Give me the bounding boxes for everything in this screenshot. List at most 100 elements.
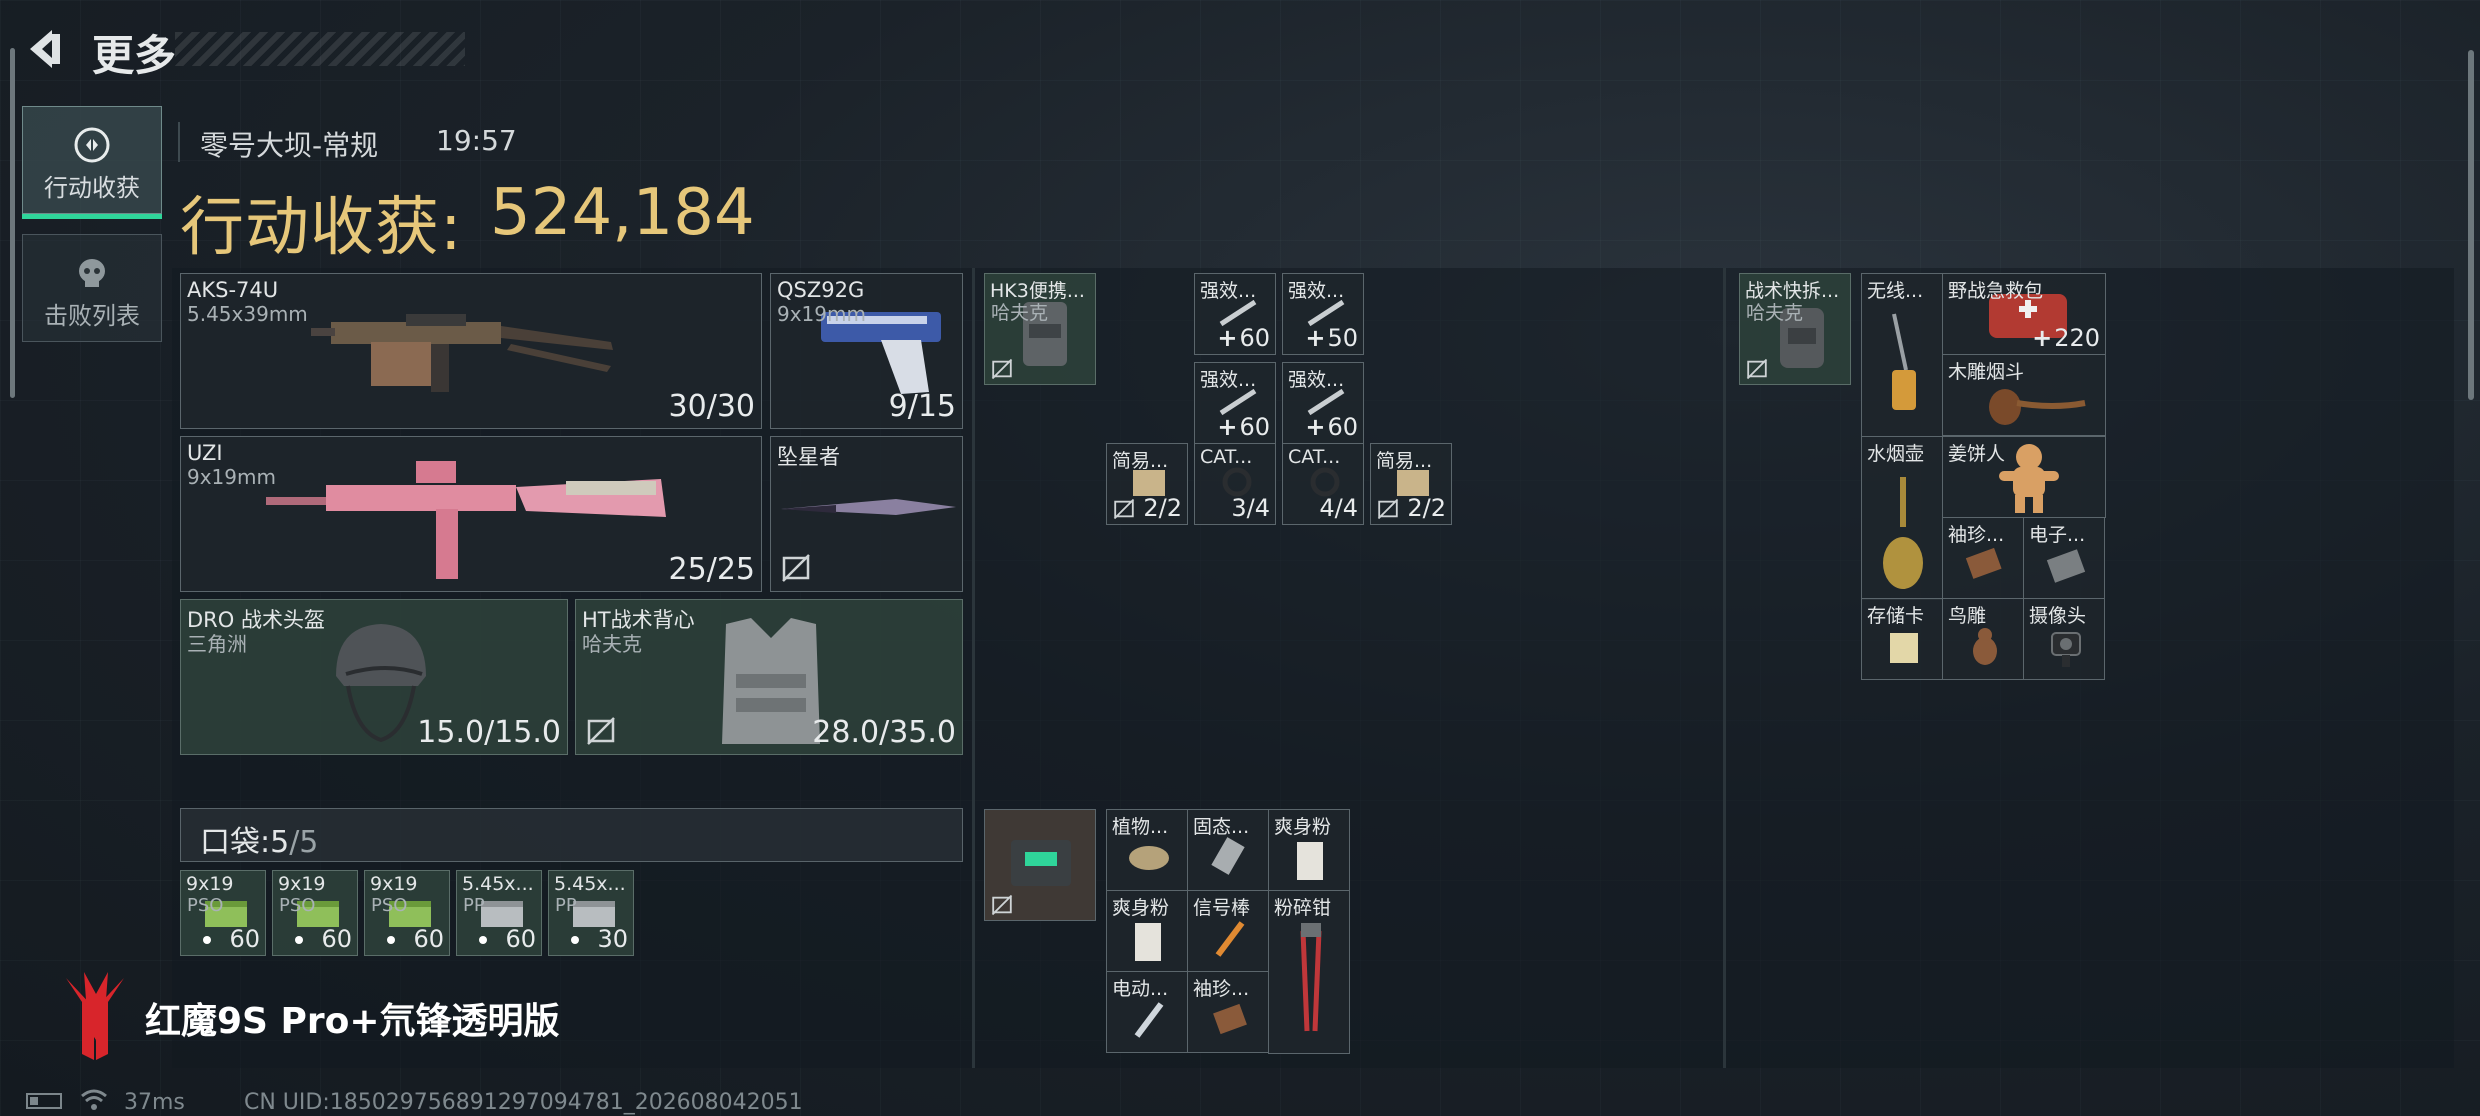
- no-insure-icon: [1377, 498, 1399, 520]
- brand-logo-icon: [66, 972, 124, 1060]
- pouch-item-name: 5.45x...: [462, 873, 534, 895]
- rifle-icon: [311, 314, 613, 392]
- safebox-icon: [1011, 840, 1071, 886]
- no-insure-icon: [1746, 358, 1768, 380]
- safebox-item[interactable]: 固态...: [1187, 809, 1269, 891]
- left-scrollbar[interactable]: [10, 48, 15, 398]
- gingerbread-icon: [1999, 444, 2059, 513]
- safebox-item[interactable]: 植物...: [1106, 809, 1188, 891]
- backpack-item[interactable]: 姜饼人: [1942, 436, 2106, 518]
- rig-item-name: 简易...: [1112, 450, 1169, 472]
- panel-divider: [972, 268, 975, 1068]
- backpack-item[interactable]: 摄像头: [2023, 598, 2105, 680]
- tab-defeated[interactable]: 击败列表: [22, 234, 162, 342]
- safebox-item-name: 粉碎钳: [1274, 897, 1332, 919]
- backpack-item[interactable]: 木雕烟斗: [1942, 354, 2106, 436]
- backpack-item[interactable]: 水烟壶: [1861, 436, 1943, 600]
- safebox-container-slot[interactable]: [984, 809, 1096, 921]
- secondary-weapon-slot[interactable]: UZI 9x19mm 25/25: [180, 436, 762, 592]
- backpack-item-name: 电子...: [2029, 524, 2086, 546]
- rig-item[interactable]: 强效... +60: [1282, 362, 1364, 444]
- primary-weapon-count: 30/30: [668, 389, 755, 424]
- bird-carving-icon: [1973, 628, 1997, 665]
- backpack-item[interactable]: 存储卡: [1861, 598, 1943, 680]
- pouch-item-name: 5.45x...: [554, 873, 626, 895]
- primary-weapon-name: AKS-74U: [187, 278, 279, 302]
- circuit-icon: [2046, 549, 2086, 583]
- pouch-capacity: /5: [289, 825, 319, 860]
- safebox-item[interactable]: 粉碎钳: [1268, 890, 1350, 1054]
- smg-icon: [266, 461, 666, 579]
- helmet-durability: 15.0/15.0: [417, 715, 561, 750]
- rig-container-slot[interactable]: HK3便携... 哈夫克: [984, 273, 1096, 385]
- pouch-item[interactable]: 9x19 PSO 60: [272, 870, 358, 956]
- rig-item[interactable]: CAT... 4/4: [1282, 443, 1364, 525]
- pouch-item-qty: 30: [571, 925, 628, 953]
- rig-item[interactable]: 简易... 2/2: [1106, 443, 1188, 525]
- rig-item-name: 简易...: [1376, 450, 1433, 472]
- rig-item-qty: 4/4: [1319, 494, 1358, 522]
- rig-item-name: 强效...: [1288, 369, 1345, 391]
- backpack-item[interactable]: 鸟雕: [1942, 598, 2024, 680]
- no-insure-icon: [991, 358, 1013, 380]
- pouch-count: 5: [270, 825, 290, 860]
- rig-item-qty: +50: [1305, 324, 1358, 352]
- rig-item[interactable]: 简易... 2/2: [1370, 443, 1452, 525]
- backpack-item[interactable]: 无线...: [1861, 273, 1943, 437]
- skull-icon: [79, 259, 105, 287]
- pouch-item[interactable]: 5.45x... PP 60: [456, 870, 542, 956]
- powder-icon: [1135, 923, 1161, 961]
- safebox-item[interactable]: 电动...: [1106, 971, 1188, 1053]
- rig-item[interactable]: 强效... +50: [1282, 273, 1364, 355]
- device-icon: [1965, 547, 2002, 579]
- melee-slot[interactable]: 坠星者: [770, 436, 963, 592]
- tab-loot[interactable]: 行动收获: [22, 106, 162, 219]
- sidearm-slot[interactable]: QSZ92G 9x19mm 9/15: [770, 273, 963, 429]
- rig-item-qty: 2/2: [1407, 494, 1446, 522]
- rig-item-name: 强效...: [1288, 280, 1345, 302]
- backpack-container-slot[interactable]: 战术快拆... 哈夫克: [1739, 273, 1851, 385]
- backpack-item-name: 水烟壶: [1867, 443, 1925, 465]
- haul-value: 524,184: [490, 176, 755, 250]
- sidearm-count: 9/15: [888, 389, 956, 424]
- primary-weapon-slot[interactable]: AKS-74U 5.45x39mm 30/30: [180, 273, 762, 429]
- backpack-item-qty: +220: [2032, 324, 2100, 352]
- tin-icon: [1129, 846, 1169, 870]
- backpack-item[interactable]: 电子...: [2023, 517, 2105, 599]
- rig-item[interactable]: 强效... +60: [1194, 273, 1276, 355]
- backpack-item[interactable]: 袖珍...: [1942, 517, 2024, 599]
- backpack-item-name: 姜饼人: [1948, 443, 2006, 465]
- tab-defeated-label: 击败列表: [44, 302, 140, 330]
- armor-slot[interactable]: HT战术背心 哈夫克 28.0/35.0: [575, 599, 963, 755]
- helmet-slot[interactable]: DRO 战术头盔 三角洲 15.0/15.0: [180, 599, 568, 755]
- backpack-item[interactable]: 野战急救包 +220: [1942, 273, 2106, 355]
- rig-item-qty: +60: [1305, 413, 1358, 441]
- tab-loot-label: 行动收获: [44, 174, 140, 202]
- safebox-item-name: 固态...: [1193, 816, 1250, 838]
- cutter-icon: [1300, 923, 1322, 1032]
- map-name: 零号大坝-常规: [200, 129, 379, 162]
- safebox-item[interactable]: 信号棒: [1187, 890, 1269, 972]
- safebox-item-name: 电动...: [1112, 978, 1169, 1000]
- backpack-container-brand: 哈夫克: [1746, 302, 1804, 324]
- pouch-item[interactable]: 9x19 PSO 60: [364, 870, 450, 956]
- no-insure-icon: [991, 894, 1013, 916]
- back-arrow-icon[interactable]: [22, 24, 72, 74]
- pouch-item-sub: PSO: [187, 895, 224, 916]
- backpack-item-name: 袖珍...: [1948, 524, 2005, 546]
- pouch-item[interactable]: 5.45x... PP 30: [548, 870, 634, 956]
- safebox-item[interactable]: 袖珍...: [1187, 971, 1269, 1053]
- right-scrollbar[interactable]: [2468, 50, 2474, 400]
- safebox-item-name: 爽身粉: [1112, 897, 1170, 919]
- device-watermark: 红魔9S Pro+氘锋透明版: [145, 1001, 560, 1042]
- rig-item[interactable]: CAT... 3/4: [1194, 443, 1276, 525]
- rig-item[interactable]: 强效... +60: [1194, 362, 1276, 444]
- toothbrush-icon: [1134, 1002, 1164, 1038]
- memory-card-icon: [1890, 633, 1918, 663]
- safebox-item[interactable]: 爽身粉: [1268, 809, 1350, 891]
- pouch-item[interactable]: 9x19 PSO 60: [180, 870, 266, 956]
- title-stripe: [175, 32, 465, 66]
- rig-item-name: CAT...: [1288, 446, 1341, 468]
- rig-item-qty: +60: [1217, 324, 1270, 352]
- safebox-item[interactable]: 爽身粉: [1106, 890, 1188, 972]
